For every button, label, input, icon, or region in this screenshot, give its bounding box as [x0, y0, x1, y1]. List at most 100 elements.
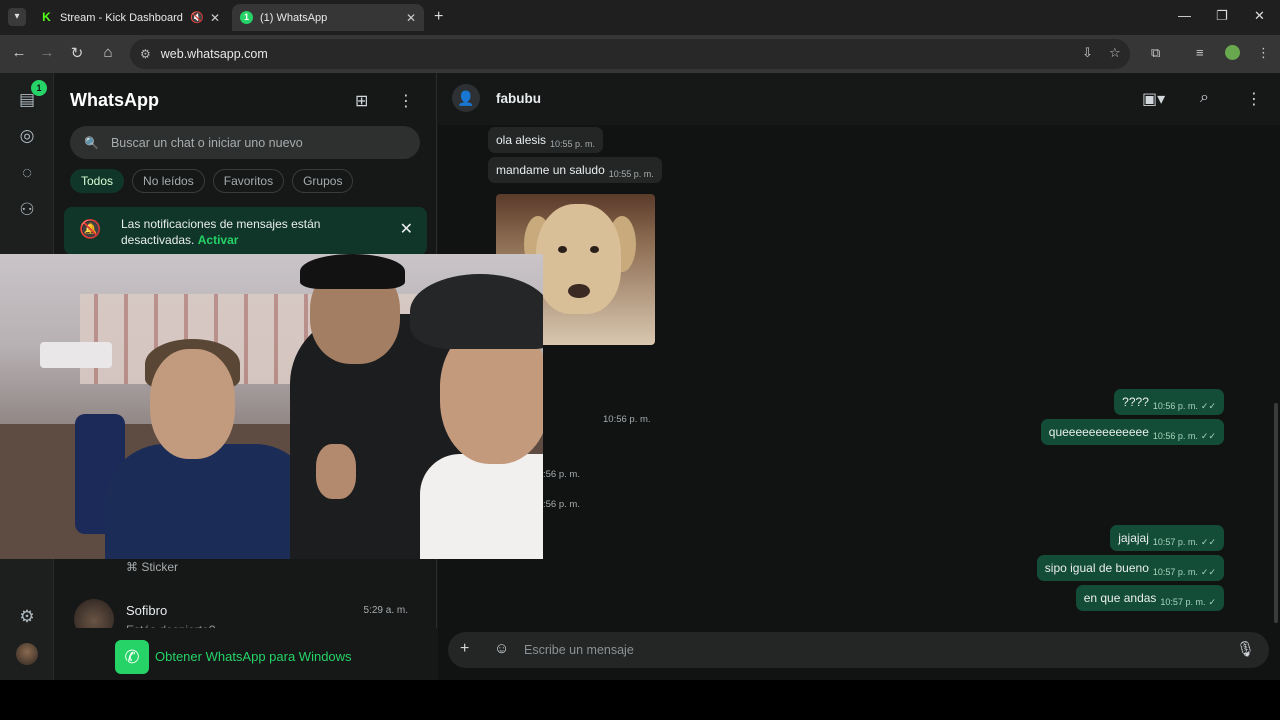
maximize-icon[interactable]: ❐ — [1216, 8, 1228, 24]
message-outgoing[interactable]: en que andas 10:57 p. m. ✓ — [1075, 585, 1224, 611]
search-icon[interactable]: ⌕ — [1200, 89, 1209, 107]
message-text: mandame un saludo — [496, 163, 605, 177]
menu-icon[interactable]: ⋮ — [398, 91, 414, 111]
message-time: :56 p. m. — [543, 469, 580, 480]
message-time: 10:55 p. m. — [550, 139, 596, 149]
filter-grupos[interactable]: Grupos — [292, 169, 354, 193]
channels-icon[interactable]: ◌ — [16, 162, 38, 184]
message-composer[interactable]: + ☺ Escribe un mensaje 🎙 — [448, 632, 1269, 668]
app-title: WhatsApp — [70, 90, 159, 110]
message-outgoing[interactable]: sipo igual de bueno 10:57 p. m. ✓✓ — [1036, 555, 1224, 581]
back-icon[interactable]: ← — [10, 44, 28, 61]
message-time: 10:57 p. m. — [1152, 537, 1198, 547]
person-head — [150, 349, 235, 459]
person-body — [420, 454, 543, 559]
browser-menu-icon[interactable]: ⋮ — [1257, 45, 1270, 61]
message-outgoing[interactable]: queeeeeeeeeeeee 10:56 p. m. ✓✓ — [1040, 419, 1224, 445]
new-tab-icon[interactable]: + — [434, 8, 443, 26]
message-text: ???? — [1122, 395, 1149, 409]
home-icon[interactable]: ⌂ — [99, 44, 117, 61]
browser-tab-bar: ▾ K Stream - Kick Dashboard 🔇 ✕ 1 (1) Wh… — [0, 0, 1280, 35]
profile-avatar[interactable] — [1225, 45, 1240, 60]
conversation-header[interactable]: 👤 fabubu ▣▾ ⌕ ⋮ — [438, 73, 1280, 125]
microphone-icon[interactable]: 🎙 — [1236, 640, 1255, 658]
close-window-icon[interactable]: ✕ — [1254, 8, 1265, 24]
contact-name: fabubu — [496, 91, 541, 106]
notification-banner: 🔕 Las notificaciones de mensajes están d… — [64, 207, 427, 255]
message-incoming[interactable]: mandame un saludo 10:55 p. m. — [488, 157, 662, 183]
filter-favoritos[interactable]: Favoritos — [212, 169, 285, 193]
address-bar[interactable]: ⚙ web.whatsapp.com — [130, 39, 1130, 69]
message-list: ola alesis 10:55 p. m. mandame un saludo… — [438, 125, 1280, 628]
tab-title: Stream - Kick Dashboard — [60, 11, 183, 24]
bell-off-icon: 🔕 — [79, 219, 102, 239]
settings-icon[interactable]: ⚙ — [16, 606, 38, 628]
message-time: 10:56 p. m. — [1152, 401, 1198, 411]
activate-link[interactable]: Activar — [198, 233, 239, 247]
person-cap — [410, 274, 543, 349]
bookmark-star-icon[interactable]: ☆ — [1109, 45, 1121, 61]
status-icon[interactable]: ◎ — [16, 125, 38, 147]
conversation-panel: 👤 fabubu ▣▾ ⌕ ⋮ ola alesis 10:55 p. m. m… — [438, 73, 1280, 680]
chat-list-item[interactable]: Sofibro 5:29 a. m. Estás despierto? — [54, 593, 437, 639]
chat-time: 5:29 a. m. — [363, 605, 408, 616]
person-body — [105, 444, 315, 559]
filter-chips: Todos No leídos Favoritos Grupos — [70, 169, 354, 193]
muted-audio-icon[interactable]: 🔇 — [190, 11, 204, 24]
chat-name: Sofibro — [126, 603, 168, 618]
dog-nose — [568, 284, 590, 298]
close-tab-icon[interactable]: ✕ — [210, 11, 220, 25]
message-text: en que andas — [1083, 591, 1157, 605]
filter-no-leidos[interactable]: No leídos — [132, 169, 205, 193]
message-outgoing[interactable]: ???? 10:56 p. m. ✓✓ — [1114, 389, 1224, 415]
search-placeholder: Buscar un chat o iniciar uno nuevo — [110, 135, 303, 150]
video-call-icon[interactable]: ▣▾ — [1142, 89, 1165, 109]
message-text: jajajaj — [1118, 531, 1149, 545]
browser-toolbar: ← → ↻ ⌂ ⚙ web.whatsapp.com ⇩ ☆ ⧉ ≡ ⋮ — [0, 35, 1280, 73]
communities-icon[interactable]: ⚇ — [16, 199, 38, 221]
media-control-icon[interactable]: ≡ — [1196, 45, 1204, 60]
person-hair — [300, 254, 405, 289]
menu-icon[interactable]: ⋮ — [1246, 89, 1262, 109]
read-check-icon: ✓✓ — [1200, 536, 1216, 547]
extensions-icon[interactable]: ⧉ — [1151, 45, 1160, 61]
message-time: 10:55 p. m. — [608, 169, 654, 179]
dog-eye — [590, 246, 599, 253]
message-outgoing[interactable]: jajajaj 10:57 p. m. ✓✓ — [1110, 525, 1224, 551]
site-info-icon[interactable]: ⚙ — [140, 47, 151, 61]
scrollbar[interactable] — [1274, 403, 1278, 623]
forward-icon[interactable]: → — [38, 44, 56, 61]
reload-icon[interactable]: ↻ — [68, 44, 86, 62]
profile-avatar[interactable] — [16, 643, 38, 665]
minimize-icon[interactable]: — — [1178, 8, 1191, 23]
read-check-icon: ✓✓ — [1200, 430, 1216, 441]
tab-whatsapp[interactable]: 1 (1) WhatsApp ✕ — [232, 4, 424, 31]
photo-time: 10:56 p. m. — [603, 414, 651, 425]
message-input[interactable]: Escribe un mensaje — [524, 643, 634, 657]
dog-eye — [558, 246, 567, 253]
air-conditioner-shape — [40, 342, 112, 368]
tab-kick-dashboard[interactable]: K Stream - Kick Dashboard 🔇 ✕ — [32, 4, 228, 31]
new-chat-icon[interactable]: ⊞ — [355, 91, 368, 111]
message-time: 10:56 p. m. — [1152, 431, 1198, 441]
search-input[interactable]: 🔍 Buscar un chat o iniciar uno nuevo — [70, 126, 420, 159]
close-tab-icon[interactable]: ✕ — [406, 11, 416, 25]
get-app-label: Obtener WhatsApp para Windows — [155, 649, 352, 664]
message-time: :56 p. m. — [543, 499, 580, 510]
sent-check-icon: ✓ — [1208, 596, 1216, 607]
whatsapp-logo-icon: ✆ — [115, 640, 149, 674]
sticker-label: Sticker — [141, 560, 179, 574]
sticker-icon: ⌘ — [126, 560, 138, 574]
tab-search-icon[interactable]: ▾ — [8, 8, 26, 26]
tab-title: (1) WhatsApp — [260, 11, 328, 24]
read-check-icon: ✓✓ — [1200, 566, 1216, 577]
message-incoming[interactable]: ola alesis 10:55 p. m. — [488, 127, 604, 153]
get-app-banner[interactable]: ✆ Obtener WhatsApp para Windows — [54, 628, 437, 680]
search-icon: 🔍 — [84, 135, 99, 150]
thumbs-up-hand — [316, 444, 356, 499]
install-app-icon[interactable]: ⇩ — [1082, 45, 1093, 61]
sticker-emoji-icon[interactable]: ☺ — [494, 640, 509, 657]
filter-todos[interactable]: Todos — [70, 169, 125, 193]
close-banner-icon[interactable]: ✕ — [400, 219, 413, 239]
attach-icon[interactable]: + — [460, 640, 469, 658]
